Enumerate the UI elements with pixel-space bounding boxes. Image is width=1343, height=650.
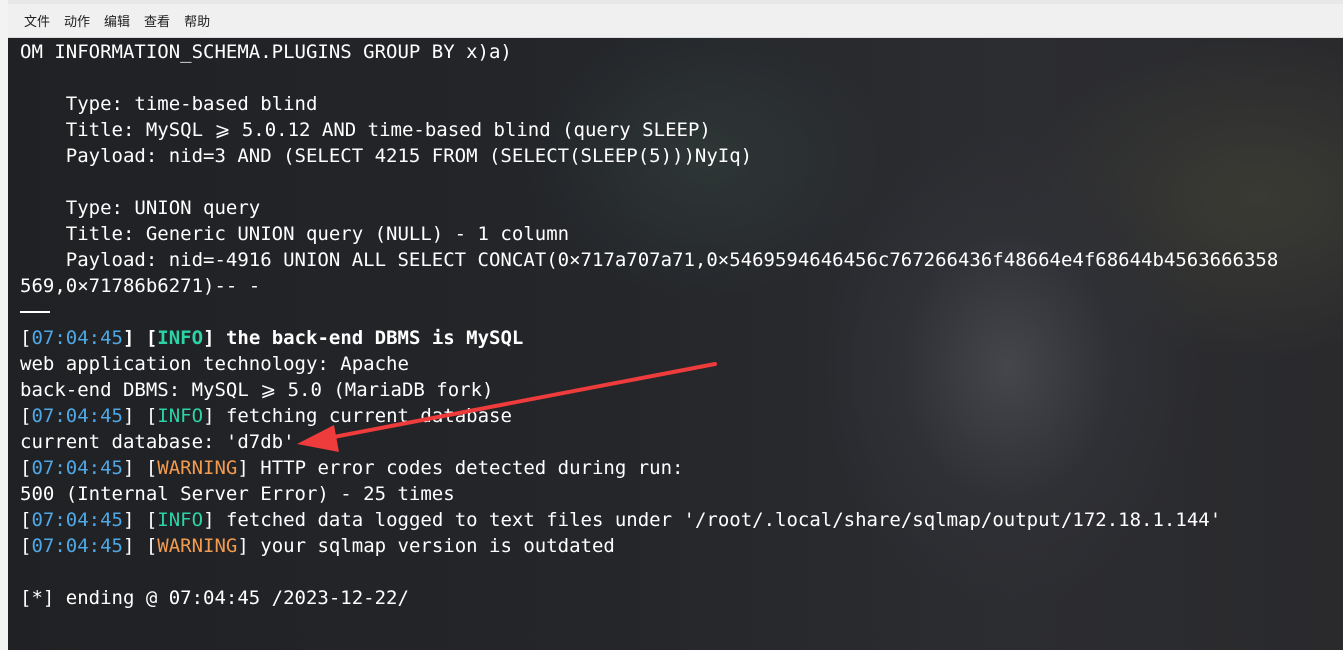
terminal-text-segment: 07:04:45: [31, 457, 123, 479]
terminal-text-segment: [: [20, 509, 32, 531]
terminal-text-segment: ] [: [122, 327, 158, 349]
menu-edit[interactable]: 编辑: [104, 11, 130, 30]
terminal-text-segment: Payload: nid=3 AND (SELECT 4215 FROM (SE…: [20, 145, 753, 167]
terminal-text-segment: ] [: [122, 457, 158, 479]
terminal-text-segment: ] fetching current database: [203, 405, 512, 427]
output-separator: [20, 311, 50, 313]
terminal-text-segment: Payload: nid=-4916 UNION ALL SELECT CONC…: [20, 249, 1279, 271]
terminal-line: [*] ending @ 07:04:45 /2023-12-22/: [20, 585, 1278, 611]
terminal-text-segment: OM INFORMATION_SCHEMA.PLUGINS GROUP BY x…: [20, 41, 512, 63]
terminal-text-segment: ] [: [122, 509, 158, 531]
terminal-text-segment: [*] ending @ 07:04:45 /2023-12-22/: [20, 587, 409, 609]
terminal-line: [07:04:45] [INFO] fetching current datab…: [20, 403, 1278, 429]
menu-action[interactable]: 动作: [64, 11, 90, 30]
terminal-text-segment: web application technology: Apache: [20, 353, 409, 375]
menu-view[interactable]: 查看: [144, 11, 170, 30]
terminal-line: back-end DBMS: MySQL ⩾ 5.0 (MariaDB fork…: [20, 377, 1278, 403]
terminal-text-segment: [: [20, 327, 32, 349]
terminal-text-segment: INFO: [157, 509, 204, 531]
terminal-text-segment: Type: UNION query: [20, 197, 261, 219]
terminal-line: [07:04:45] [INFO] fetched data logged to…: [20, 507, 1278, 533]
terminal-line: Title: Generic UNION query (NULL) - 1 co…: [20, 221, 1278, 247]
terminal-text-segment: [: [20, 405, 32, 427]
terminal-text-segment: INFO: [157, 327, 204, 349]
terminal-text-segment: Title: Generic UNION query (NULL) - 1 co…: [20, 223, 570, 245]
terminal-text-segment: ] HTTP error codes detected during run:: [237, 457, 684, 479]
terminal-line: [07:04:45] [INFO] the back-end DBMS is M…: [20, 325, 1278, 351]
terminal-line: Payload: nid=-4916 UNION ALL SELECT CONC…: [20, 247, 1279, 273]
terminal-line: Type: time-based blind: [20, 91, 1278, 117]
terminal-lines: OM INFORMATION_SCHEMA.PLUGINS GROUP BY x…: [20, 38, 1278, 611]
terminal-line: [07:04:45] [WARNING] HTTP error codes de…: [20, 455, 1278, 481]
terminal-text-segment: current database: 'd7db': [20, 431, 295, 453]
terminal-text-segment: ] the back-end DBMS is MySQL: [203, 327, 524, 349]
terminal-text-segment: WARNING: [157, 535, 238, 557]
terminal-line: current database: 'd7db': [20, 429, 1278, 455]
terminal-text-segment: Type: time-based blind: [20, 93, 318, 115]
menu-bar: 文件 动作 编辑 查看 帮助: [8, 4, 1343, 38]
terminal-line: OM INFORMATION_SCHEMA.PLUGINS GROUP BY x…: [20, 39, 1278, 65]
terminal-text-segment: ] fetched data logged to text files unde…: [203, 509, 1222, 531]
terminal-line: 569,0×71786b6271)-- -: [20, 273, 1278, 299]
terminal-line: web application technology: Apache: [20, 351, 1278, 377]
terminal-output[interactable]: OM INFORMATION_SCHEMA.PLUGINS GROUP BY x…: [8, 38, 1343, 650]
terminal-text-segment: 500 (Internal Server Error) - 25 times: [20, 483, 455, 505]
terminal-text-segment: back-end DBMS: MySQL ⩾ 5.0 (MariaDB fork…: [20, 379, 494, 401]
terminal-text-segment: [: [20, 535, 32, 557]
terminal-text-segment: [: [20, 457, 32, 479]
terminal-line: Title: MySQL ⩾ 5.0.12 AND time-based bli…: [20, 117, 1278, 143]
terminal-text-segment: ] [: [122, 535, 158, 557]
terminal-line: Type: UNION query: [20, 195, 1278, 221]
terminal-text-segment: 07:04:45: [31, 535, 123, 557]
terminal-line: Payload: nid=3 AND (SELECT 4215 FROM (SE…: [20, 143, 1278, 169]
terminal-text-segment: Title: MySQL ⩾ 5.0.12 AND time-based bli…: [20, 119, 711, 141]
menu-file[interactable]: 文件: [24, 11, 50, 30]
menu-help[interactable]: 帮助: [184, 11, 210, 30]
terminal-text-segment: WARNING: [157, 457, 238, 479]
terminal-text-segment: 07:04:45: [31, 405, 123, 427]
terminal-line: [07:04:45] [WARNING] your sqlmap version…: [20, 533, 1278, 559]
terminal-text-segment: INFO: [157, 405, 204, 427]
terminal-text-segment: ] [: [122, 405, 158, 427]
terminal-line: 500 (Internal Server Error) - 25 times: [20, 481, 1278, 507]
terminal-text-segment: ] your sqlmap version is outdated: [237, 535, 615, 557]
terminal-text-segment: 569,0×71786b6271)-- -: [20, 275, 261, 297]
terminal-text-segment: 07:04:45: [31, 509, 123, 531]
terminal-window: 文件 动作 编辑 查看 帮助 OM INFORMATION_SCHEMA.PLU…: [0, 0, 1343, 650]
terminal-text-segment: 07:04:45: [31, 327, 123, 349]
